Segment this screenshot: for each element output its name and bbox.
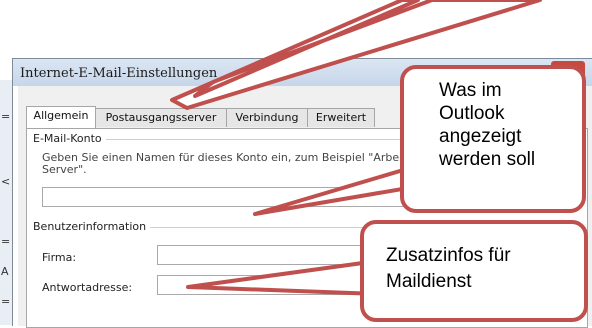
callout-extra-info: Zusatzinfos für Maildienst bbox=[360, 220, 588, 322]
callout-line: Outlook bbox=[439, 103, 505, 124]
callout-line: werden soll bbox=[439, 149, 536, 170]
callout-display-name: Was im Outlook angezeigt werden soll bbox=[400, 65, 586, 213]
callout-arrow bbox=[186, 260, 380, 296]
callout-line: angezeigt bbox=[439, 126, 522, 147]
callout-line: Maildienst bbox=[386, 271, 472, 292]
callout-line: Was im bbox=[439, 80, 502, 101]
callout-line: Zusatzinfos für bbox=[386, 245, 511, 266]
tab-allgemein[interactable]: Allgemein bbox=[26, 106, 96, 128]
callout-arrow bbox=[253, 166, 422, 216]
